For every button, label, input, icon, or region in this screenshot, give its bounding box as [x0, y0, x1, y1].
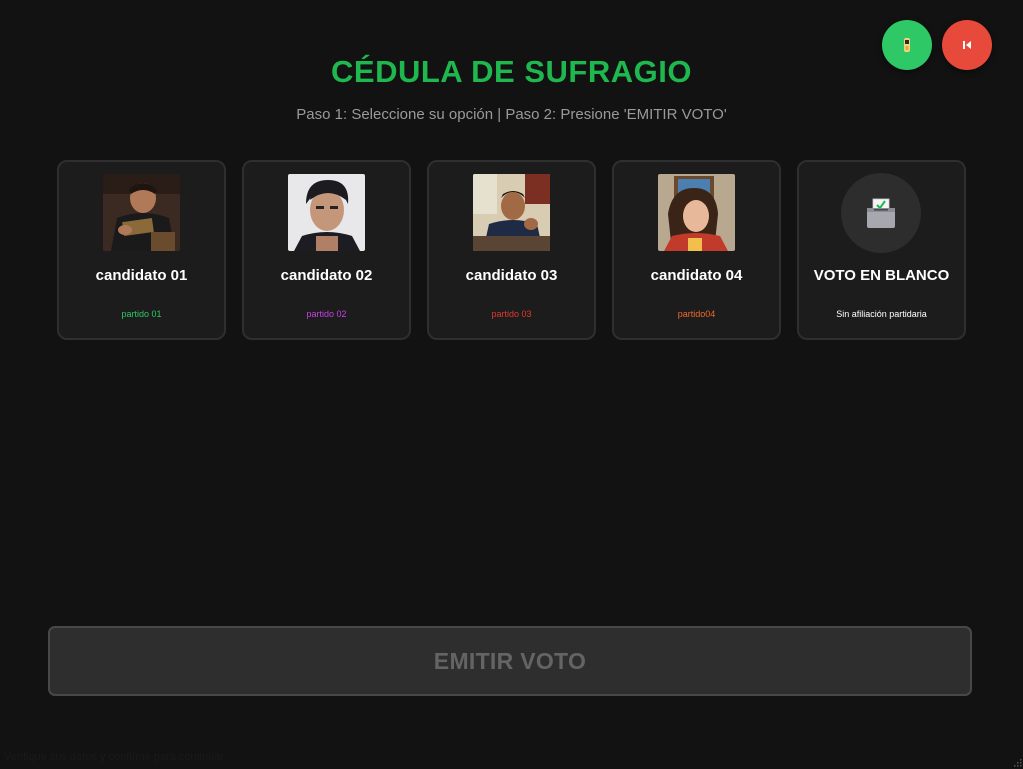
candidate-photo	[473, 174, 550, 251]
footer-note: Verifique sus datos y confirme para cont…	[4, 751, 227, 763]
party-name: Sin afiliación partidaria	[836, 309, 927, 319]
candidate-name: candidato 03	[465, 267, 558, 284]
candidate-name: candidato 04	[650, 267, 743, 284]
ballot-box-icon	[841, 173, 921, 253]
candidate-name: candidato 02	[280, 267, 373, 284]
candidate-name: VOTO EN BLANCO	[813, 267, 950, 284]
instructions-subtitle: Paso 1: Seleccione su opción | Paso 2: P…	[296, 106, 727, 123]
person-accessibility-icon	[904, 38, 910, 52]
candidate-photo	[103, 174, 180, 251]
candidate-list: candidato 01 partido 01 candidato 02 par…	[57, 160, 966, 340]
party-name: partido 01	[121, 309, 162, 319]
resize-grip-icon	[1014, 759, 1022, 767]
candidate-name: candidato 01	[95, 267, 188, 284]
party-name: partido 03	[491, 309, 532, 319]
blank-vote-card[interactable]: VOTO EN BLANCO Sin afiliación partidaria	[797, 160, 966, 340]
page-title: CÉDULA DE SUFRAGIO	[331, 54, 692, 89]
party-name: partido 02	[306, 309, 347, 319]
candidate-photo	[288, 174, 365, 251]
party-name: partido04	[677, 309, 716, 319]
candidate-photo	[658, 174, 735, 251]
candidate-card-02[interactable]: candidato 02 partido 02	[242, 160, 411, 340]
candidate-card-03[interactable]: candidato 03 partido 03	[427, 160, 596, 340]
emit-vote-button[interactable]: EMITIR VOTO	[48, 626, 972, 696]
candidate-card-04[interactable]: candidato 04 partido04	[612, 160, 781, 340]
back-arrow-icon	[963, 41, 971, 49]
candidate-card-01[interactable]: candidato 01 partido 01	[57, 160, 226, 340]
